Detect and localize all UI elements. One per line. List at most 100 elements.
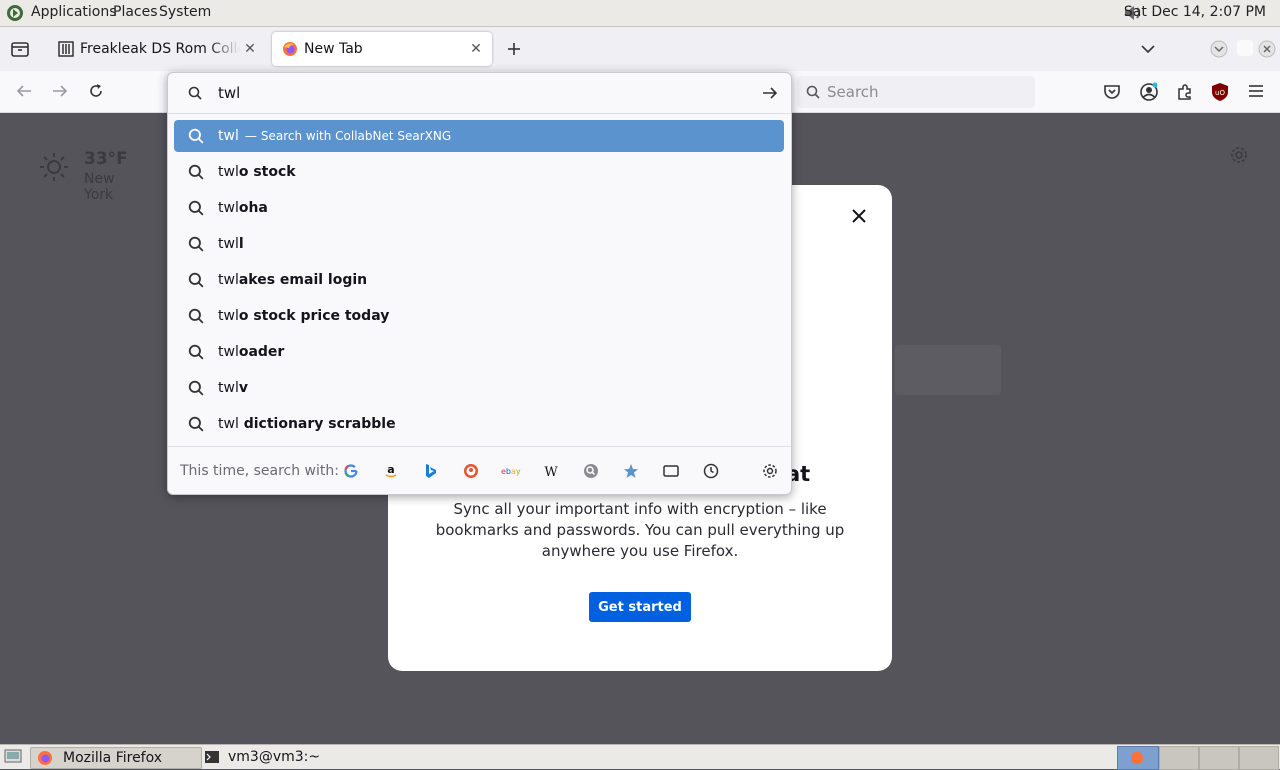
back-button[interactable] bbox=[10, 77, 38, 105]
ebay-engine-icon[interactable]: ebay bbox=[499, 459, 523, 483]
close-icon[interactable]: ✕ bbox=[240, 41, 260, 57]
suggestion-completion: l bbox=[238, 236, 244, 252]
suggestion-prefix: twl bbox=[218, 344, 239, 360]
tab-new-tab[interactable]: New Tab ✕ bbox=[272, 32, 492, 66]
show-desktop-icon[interactable] bbox=[4, 749, 22, 765]
search-icon bbox=[188, 128, 204, 144]
forward-arrow-icon bbox=[53, 85, 68, 97]
suggestion-prefix: twl bbox=[218, 272, 239, 288]
modal-close-icon[interactable] bbox=[850, 207, 868, 225]
modal-body-text: Sync all your important info with encryp… bbox=[435, 500, 845, 560]
window-close-icon[interactable] bbox=[1258, 40, 1276, 58]
reload-icon bbox=[90, 84, 102, 97]
search-placeholder: Search bbox=[827, 83, 879, 101]
search-box[interactable]: Search bbox=[797, 76, 1035, 108]
taskbar-terminal[interactable]: vm3@vm3:~ bbox=[202, 747, 372, 767]
forward-button[interactable] bbox=[46, 77, 74, 105]
gnome-foot-icon[interactable] bbox=[6, 4, 24, 22]
suggestion-completion: oha bbox=[238, 200, 268, 216]
suggestion-completion: o stock price today bbox=[238, 308, 390, 324]
taskbar-firefox[interactable]: Mozilla Firefox bbox=[30, 747, 202, 769]
list-all-tabs-chevron-icon[interactable] bbox=[1140, 43, 1156, 55]
clock[interactable]: Sat Dec 14, 2:07 PM bbox=[1124, 4, 1266, 20]
search-icon bbox=[806, 85, 820, 99]
action-separator: — bbox=[244, 129, 257, 143]
ublock-origin-icon[interactable]: uO bbox=[1211, 82, 1229, 102]
go-arrow-icon[interactable] bbox=[762, 86, 778, 100]
one-off-search-bar: This time, search with: a ebay W bbox=[168, 446, 791, 495]
suggestion-row[interactable]: twl l bbox=[174, 228, 784, 260]
suggestion-prefix: twl bbox=[218, 200, 239, 216]
suggestion-prefix: twl bbox=[218, 164, 239, 180]
wikipedia-engine-icon[interactable]: W bbox=[539, 459, 563, 483]
suggestion-row[interactable]: twl oha bbox=[174, 192, 784, 224]
search-icon bbox=[188, 86, 202, 100]
search-icon bbox=[188, 200, 204, 216]
taskbar-item-label: vm3@vm3:~ bbox=[228, 749, 321, 765]
account-icon[interactable] bbox=[1139, 82, 1159, 102]
search-icon bbox=[188, 380, 204, 396]
workspace-3[interactable] bbox=[1199, 746, 1239, 770]
history-clock-icon[interactable] bbox=[699, 459, 723, 483]
urlbar[interactable] bbox=[168, 73, 791, 114]
firefox-view-icon[interactable] bbox=[10, 40, 30, 58]
google-engine-icon[interactable] bbox=[339, 459, 363, 483]
bookmarks-star-icon[interactable] bbox=[619, 459, 643, 483]
duckduckgo-engine-icon[interactable] bbox=[459, 459, 483, 483]
suggestion-completion: dictionary scrabble bbox=[238, 416, 396, 432]
search-settings-gear-icon[interactable] bbox=[758, 459, 782, 483]
pocket-icon[interactable] bbox=[1103, 83, 1121, 101]
url-input[interactable] bbox=[218, 82, 738, 104]
action-query: twl bbox=[218, 128, 239, 144]
extensions-puzzle-icon[interactable] bbox=[1176, 83, 1194, 101]
close-icon[interactable]: ✕ bbox=[466, 41, 486, 57]
workspace-1[interactable] bbox=[1117, 746, 1159, 770]
menu-places[interactable]: Places bbox=[113, 4, 158, 20]
window-maximize-icon[interactable] bbox=[1237, 40, 1253, 56]
workspace-4[interactable] bbox=[1239, 746, 1279, 770]
suggestion-row[interactable]: twl v bbox=[174, 372, 784, 404]
one-off-label: This time, search with: bbox=[180, 463, 339, 479]
suggestion-row[interactable]: twl oader bbox=[174, 336, 784, 368]
reload-button[interactable] bbox=[82, 77, 110, 105]
window-minimize-icon[interactable] bbox=[1210, 40, 1228, 58]
newtab-settings-gear-icon[interactable] bbox=[1230, 146, 1248, 164]
amazon-engine-icon[interactable]: a bbox=[379, 459, 403, 483]
firefox-icon bbox=[1130, 751, 1144, 765]
suggestion-row[interactable]: twl o stock price today bbox=[174, 300, 784, 332]
new-tab-plus-icon[interactable] bbox=[506, 41, 522, 57]
weather-temperature: 33°F bbox=[84, 149, 128, 169]
tab-title: Freakleak DS Rom Collection bbox=[80, 41, 240, 57]
suggestion-completion: v bbox=[238, 380, 248, 396]
firefox-icon bbox=[38, 751, 52, 765]
background-placeholder bbox=[895, 345, 1001, 395]
searxng-engine-icon[interactable] bbox=[579, 459, 603, 483]
search-icon bbox=[188, 344, 204, 360]
suggestion-prefix: twl bbox=[218, 236, 239, 252]
svg-text:W: W bbox=[544, 465, 558, 478]
tab-title: New Tab bbox=[304, 41, 363, 57]
search-icon bbox=[188, 236, 204, 252]
sun-icon bbox=[40, 153, 68, 181]
bottom-taskbar: Mozilla Firefox vm3@vm3:~ bbox=[0, 744, 1280, 770]
suggestion-prefix: twl bbox=[218, 380, 239, 396]
suggestion-row[interactable]: twl o stock bbox=[174, 156, 784, 188]
suggestion-prefix: twl bbox=[218, 308, 239, 324]
tab-freakleak[interactable]: Freakleak DS Rom Collection ✕ bbox=[48, 32, 266, 66]
hamburger-menu-icon[interactable] bbox=[1248, 84, 1264, 98]
search-action-row[interactable]: twl — Search with CollabNet SearXNG bbox=[174, 120, 784, 152]
get-started-button[interactable]: Get started bbox=[589, 592, 691, 622]
search-icon bbox=[188, 272, 204, 288]
search-icon bbox=[188, 416, 204, 432]
suggestion-prefix: twl bbox=[218, 416, 239, 432]
suggestion-completion: akes email login bbox=[238, 272, 368, 288]
tabs-icon[interactable] bbox=[659, 459, 683, 483]
bing-engine-icon[interactable] bbox=[419, 459, 443, 483]
workspace-2[interactable] bbox=[1159, 746, 1199, 770]
suggestion-row[interactable]: twl akes email login bbox=[174, 264, 784, 296]
urlbar-dropdown: twl — Search with CollabNet SearXNG twlo… bbox=[167, 72, 792, 495]
menu-applications[interactable]: Applications bbox=[31, 4, 117, 20]
menu-system[interactable]: System bbox=[159, 4, 211, 20]
suggestion-completion: oader bbox=[238, 344, 285, 360]
suggestion-row[interactable]: twl dictionary scrabble bbox=[174, 408, 784, 440]
